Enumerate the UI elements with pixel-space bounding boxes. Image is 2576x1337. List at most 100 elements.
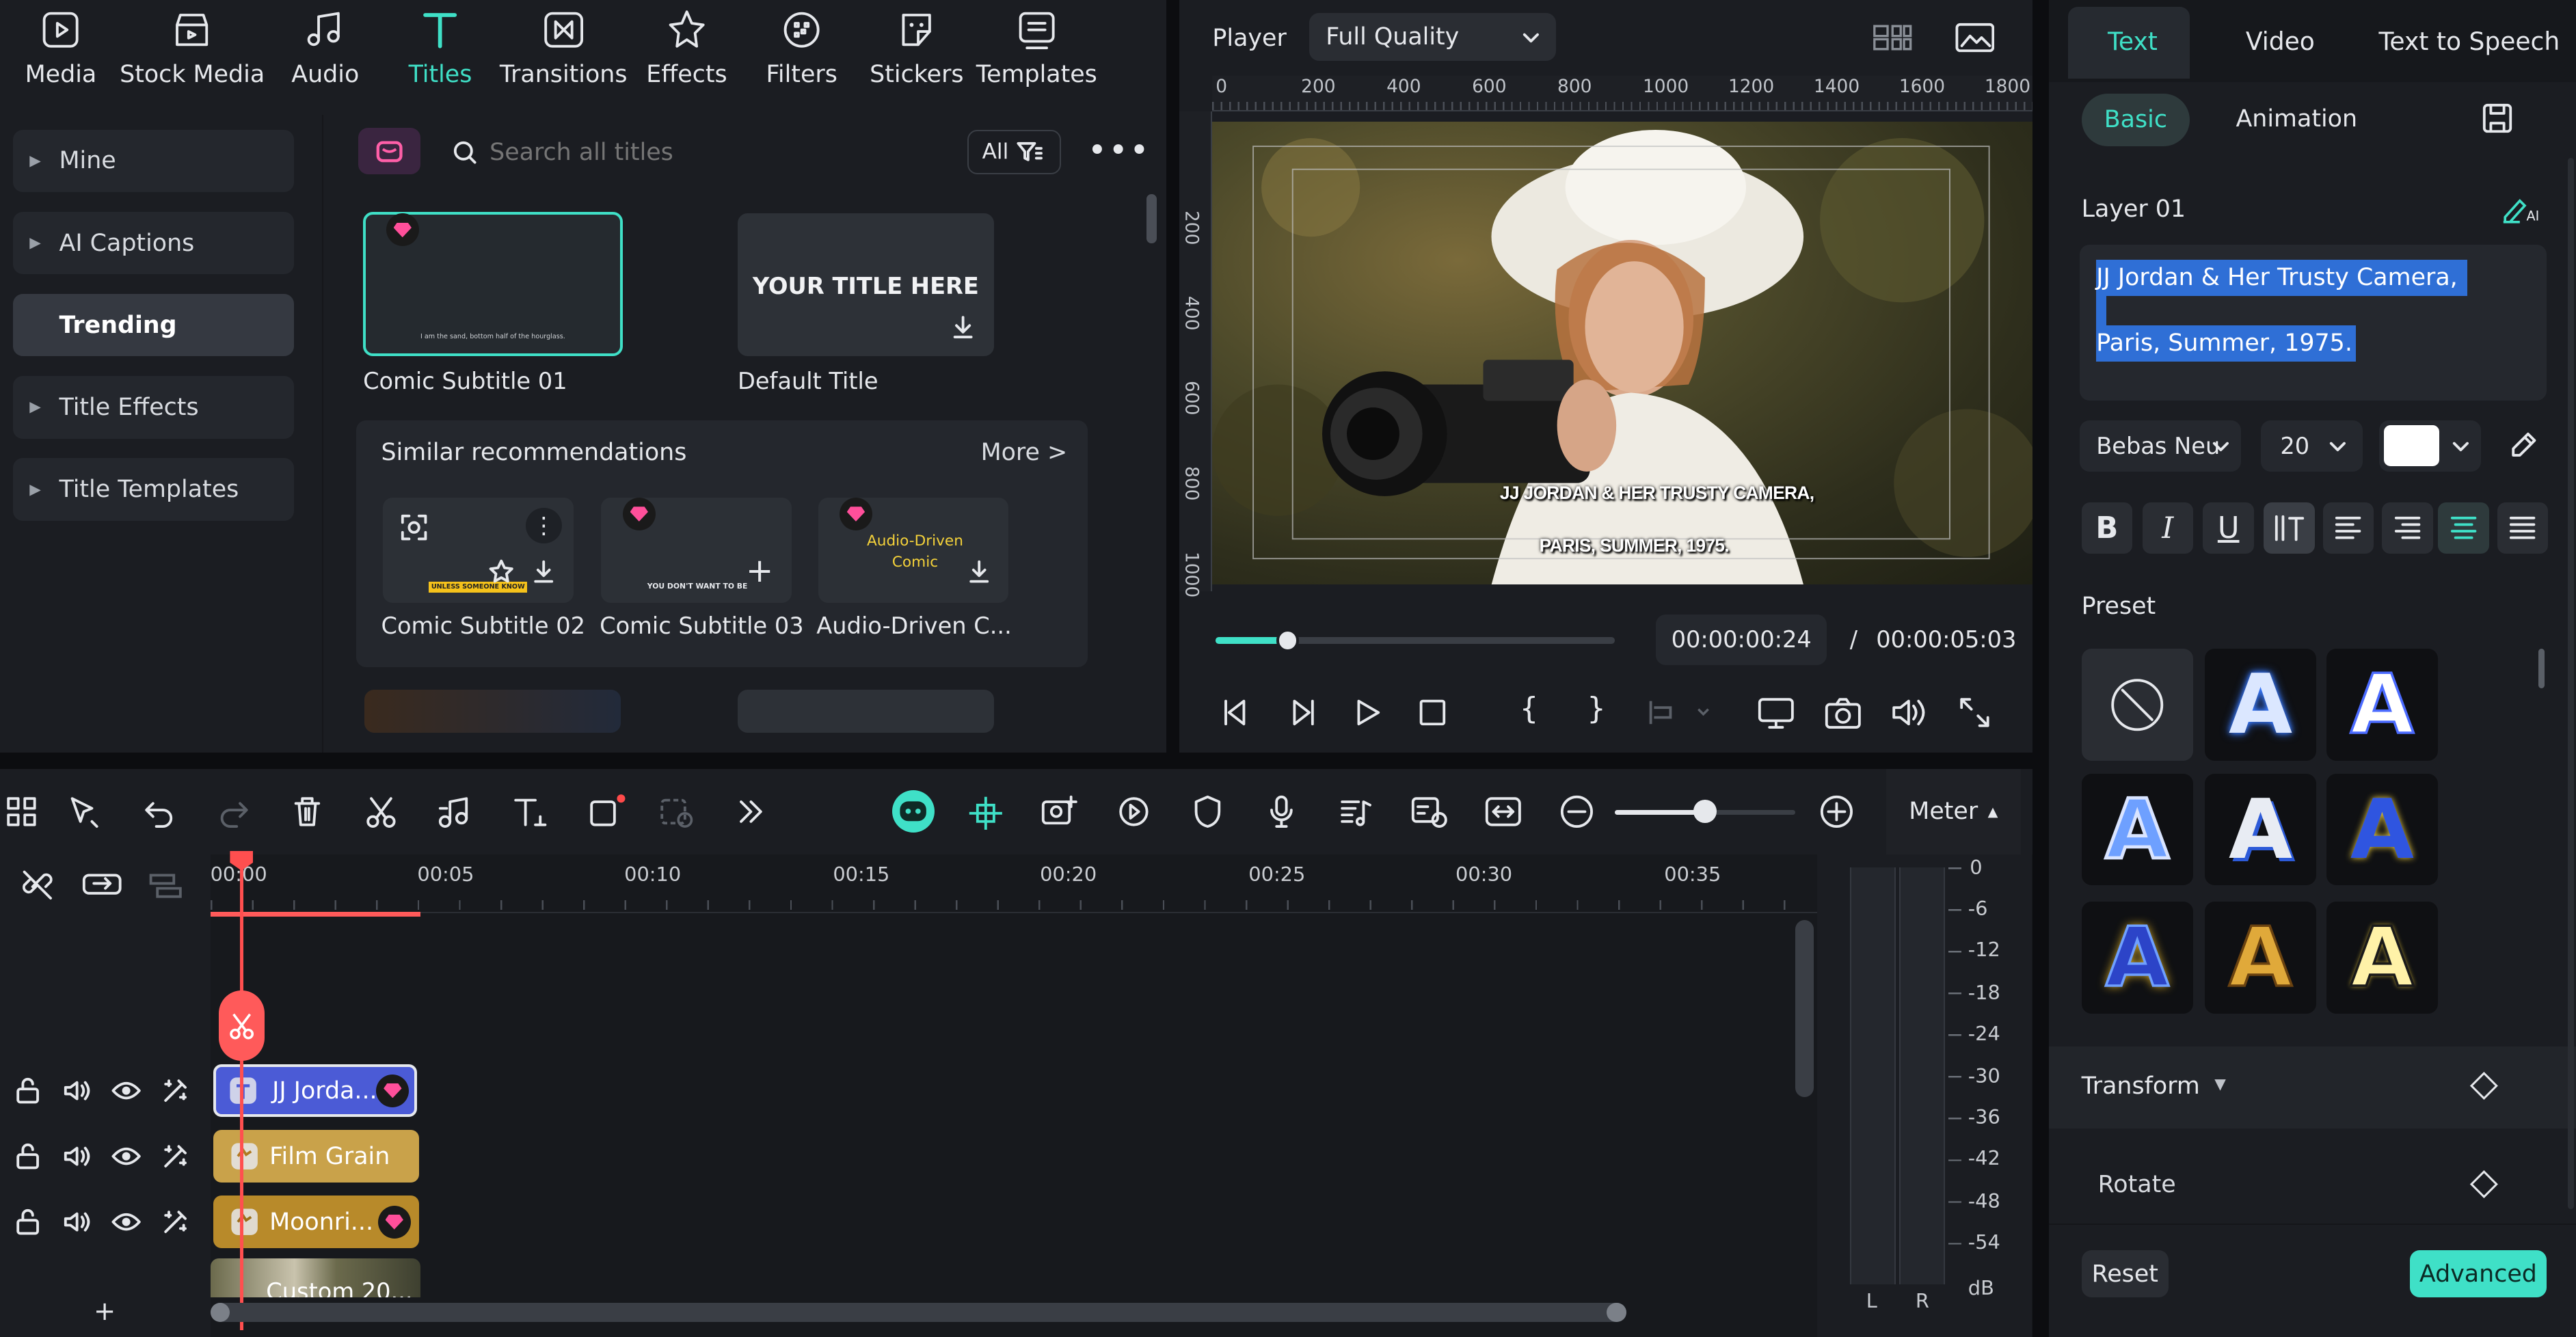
lock-icon[interactable] <box>13 1142 42 1171</box>
audio-list-icon[interactable] <box>1337 794 1373 830</box>
preset-blue-yellow-glow[interactable]: A <box>2081 902 2193 1014</box>
ai-video-icon[interactable] <box>1040 794 1079 830</box>
toolbar-effects[interactable]: Effects <box>621 7 752 88</box>
stop-icon[interactable] <box>1414 694 1451 731</box>
font-size-dropdown[interactable]: 20 <box>2260 420 2363 472</box>
timeline-vertical-scrollbar[interactable] <box>1795 919 1814 1098</box>
align-left-button[interactable] <box>2322 502 2374 554</box>
crop-icon[interactable] <box>587 794 626 830</box>
align-right-button[interactable] <box>2382 502 2433 554</box>
preset-blue-glow[interactable]: A <box>2204 649 2317 761</box>
toolbar-transitions[interactable]: Transitions <box>498 7 629 88</box>
display-output-icon[interactable] <box>1756 694 1796 731</box>
text-spacing-button[interactable] <box>2264 502 2315 554</box>
preset-scrollbar[interactable] <box>2538 649 2545 688</box>
microphone-icon[interactable] <box>1263 794 1300 830</box>
add-icon[interactable]: + <box>746 552 773 590</box>
eye-icon[interactable] <box>111 1207 142 1237</box>
auto-caption-icon[interactable] <box>1410 794 1449 830</box>
more-options-icon[interactable]: ••• <box>1088 131 1151 170</box>
image-icon[interactable] <box>1955 21 1995 54</box>
sidebar-item-ai-captions[interactable]: ▶ AI Captions <box>13 211 295 275</box>
download-icon[interactable] <box>966 558 992 584</box>
toolbar-titles[interactable]: Titles <box>375 7 506 88</box>
zoom-slider-track[interactable] <box>1615 800 1796 823</box>
more-link[interactable]: More > <box>981 439 1068 466</box>
playback-scrubber-handle[interactable] <box>1276 629 1300 652</box>
fit-timeline-icon[interactable] <box>1484 794 1523 830</box>
toolbar-templates[interactable]: Templates <box>971 7 1102 88</box>
quality-dropdown[interactable]: Full Quality <box>1309 13 1556 61</box>
undo-icon[interactable] <box>142 794 178 830</box>
preset-silver-blue[interactable]: A <box>2204 773 2317 886</box>
sidebar-item-trending[interactable]: Trending <box>13 294 295 357</box>
more-tools-icon[interactable] <box>733 794 769 830</box>
insert-clip-icon[interactable] <box>1644 694 1710 731</box>
video-preview[interactable]: JJ JORDAN & HER TRUSTY CAMERA, PARIS, SU… <box>1212 121 2032 585</box>
favorite-star-icon[interactable] <box>488 558 514 584</box>
toolbar-stickers[interactable]: Stickers <box>851 7 982 88</box>
layout-grid-icon[interactable] <box>3 794 40 830</box>
volume-icon[interactable] <box>1889 694 1929 731</box>
playback-progress-track[interactable] <box>1216 629 1615 652</box>
sidebar-item-title-effects[interactable]: ▶ Title Effects <box>13 376 295 439</box>
add-track-button[interactable]: + <box>94 1296 116 1327</box>
download-icon[interactable] <box>948 312 978 342</box>
search-input[interactable] <box>489 131 950 174</box>
audio-edit-icon[interactable] <box>437 794 473 830</box>
preset-white-outline[interactable]: A <box>2326 649 2439 761</box>
save-preset-icon[interactable] <box>2481 102 2514 135</box>
eyedropper-icon[interactable] <box>2508 431 2538 460</box>
sidebar-item-title-templates[interactable]: ▶ Title Templates <box>13 458 295 521</box>
toolbar-media[interactable]: Media <box>0 7 126 88</box>
advanced-button[interactable]: Advanced <box>2410 1250 2547 1298</box>
font-dropdown[interactable]: Bebas Neu <box>2080 420 2241 472</box>
select-pointer-icon[interactable] <box>66 794 102 830</box>
italic-button[interactable]: I <box>2142 502 2193 554</box>
redo-icon[interactable] <box>215 794 252 830</box>
toolbar-filters[interactable]: Filters <box>736 7 868 88</box>
speaker-icon[interactable] <box>62 1142 92 1171</box>
preset-yellow-outline[interactable]: A <box>2326 902 2439 1014</box>
speed-icon[interactable] <box>1116 794 1152 830</box>
meter-toggle[interactable]: Meter ▲ <box>1886 768 2021 854</box>
scrollbar-handle-right[interactable] <box>1607 1302 1626 1323</box>
ai-text-icon[interactable]: AI <box>2500 194 2543 224</box>
speaker-icon[interactable] <box>62 1207 92 1237</box>
toolbar-stock-media[interactable]: Stock Media <box>120 7 265 88</box>
play-icon[interactable] <box>1349 694 1385 731</box>
download-icon[interactable] <box>531 558 556 584</box>
underline-button[interactable]: U <box>2203 502 2254 554</box>
justify-button[interactable] <box>2497 502 2549 554</box>
sidebar-item-mine[interactable]: ▶ Mine <box>13 129 295 193</box>
snap-magnet-icon[interactable] <box>966 794 1006 833</box>
color-picker[interactable] <box>2378 420 2481 472</box>
grid-layout-icon[interactable] <box>1871 21 1914 54</box>
zoom-slider-handle[interactable] <box>1693 800 1717 823</box>
right-scrollbar[interactable] <box>2567 157 2575 1209</box>
playhead-split-button[interactable] <box>218 990 265 1062</box>
tab-text-to-speech[interactable]: Text to Speech <box>2379 28 2560 56</box>
library-scrollbar[interactable] <box>1146 193 1157 243</box>
tab-video[interactable]: Video <box>2246 28 2315 56</box>
zoom-in-icon[interactable] <box>1819 794 1855 830</box>
card-menu-icon[interactable]: ⋮ <box>525 507 562 544</box>
next-frame-icon[interactable] <box>1285 694 1321 731</box>
previous-frame-icon[interactable] <box>1218 694 1254 731</box>
track-layout-icon[interactable] <box>144 865 187 902</box>
speaker-icon[interactable] <box>62 1076 92 1105</box>
link-icon[interactable] <box>18 865 57 902</box>
title-card-partial[interactable] <box>737 690 994 733</box>
group-icon[interactable] <box>81 865 123 902</box>
subtitle-line-1[interactable]: JJ JORDAN & HER TRUSTY CAMERA, <box>1500 483 1814 504</box>
timeline-horizontal-scrollbar[interactable] <box>210 1302 1626 1323</box>
text-tool-icon[interactable] <box>511 794 550 830</box>
preset-blue-outline[interactable]: A <box>2081 773 2193 886</box>
subtitle-line-2[interactable]: PARIS, SUMMER, 1975. <box>1540 535 1730 556</box>
subtab-animation[interactable]: Animation <box>2236 105 2357 133</box>
preset-none[interactable] <box>2081 649 2193 761</box>
title-card-default-title[interactable]: YOUR TITLE HERE <box>737 213 994 357</box>
toolbar-audio[interactable]: Audio <box>260 7 391 88</box>
snapshot-camera-icon[interactable] <box>1823 694 1863 731</box>
current-time-box[interactable]: 00:00:00:24 <box>1656 614 1827 666</box>
